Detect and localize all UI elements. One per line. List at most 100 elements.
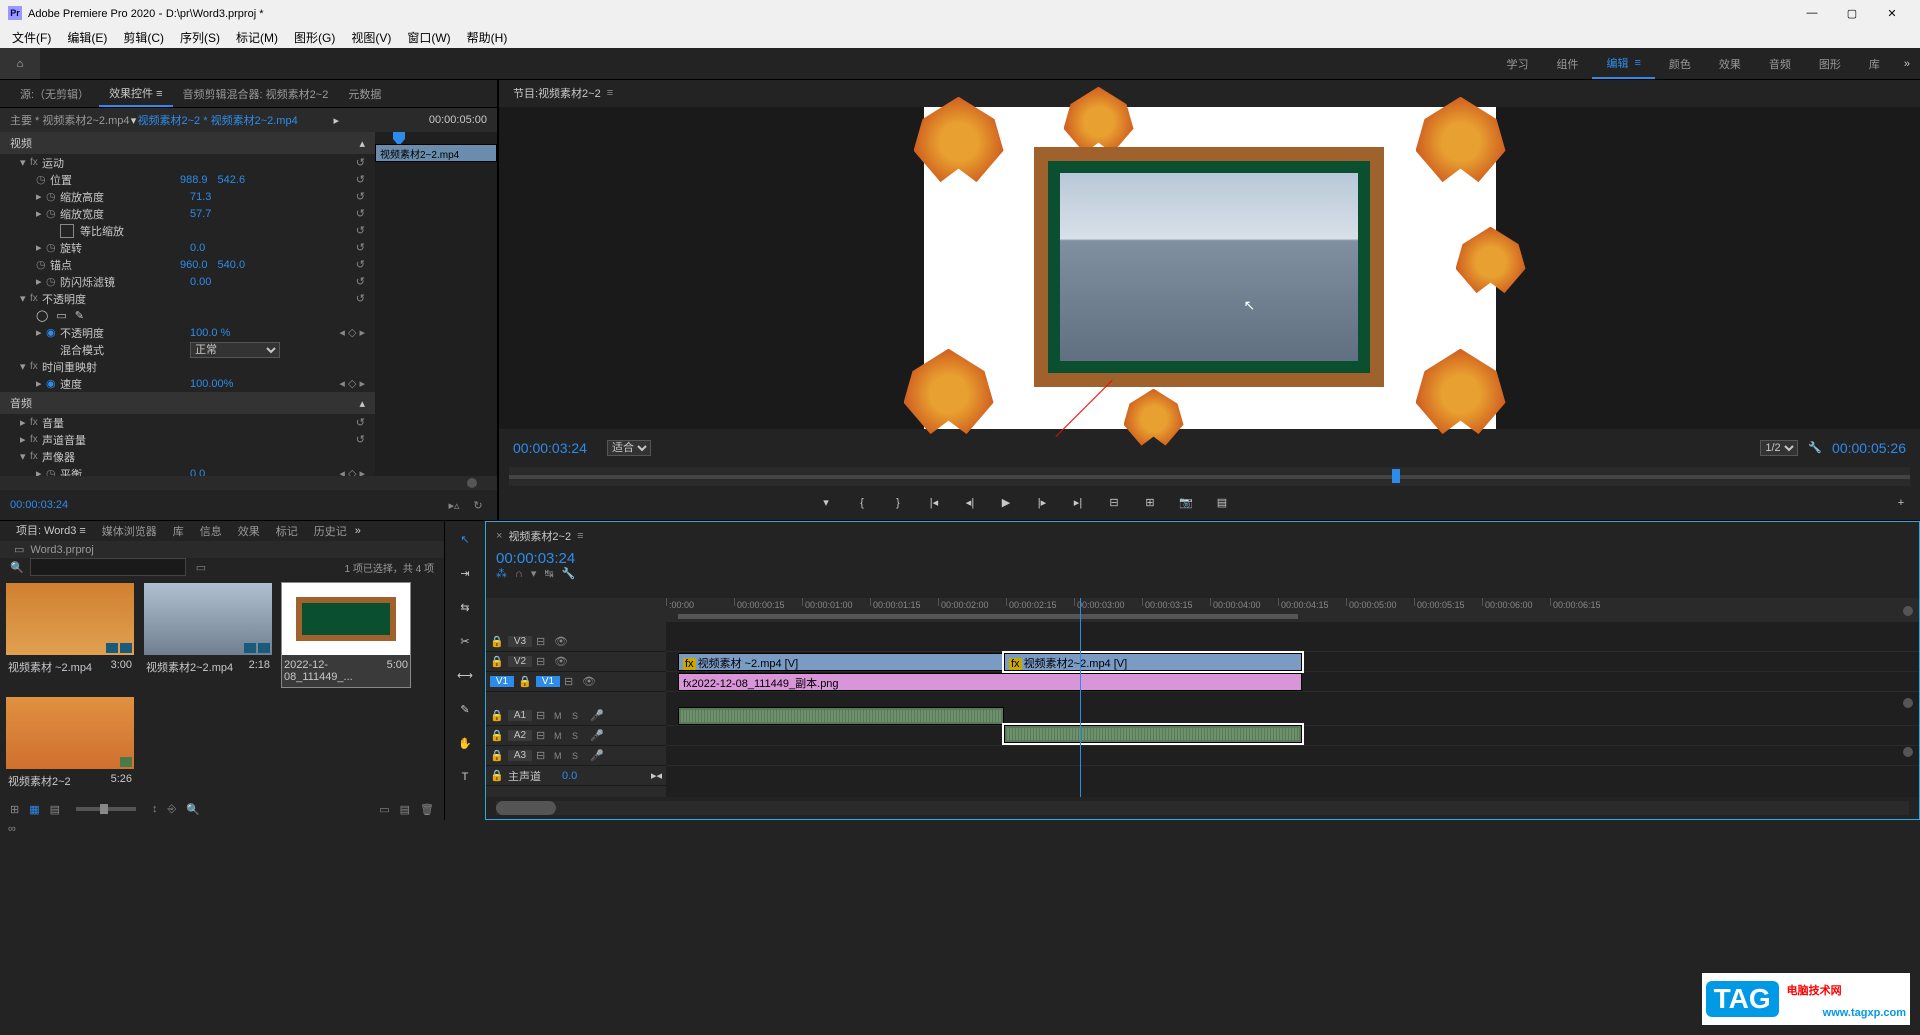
menu-clip[interactable]: 剪辑(C) (115, 27, 172, 48)
stopwatch-icon[interactable]: ◷ (46, 275, 60, 288)
timeline-sequence-name[interactable]: 视频素材2~2 (508, 528, 571, 544)
reset-icon[interactable]: ↺ (356, 416, 365, 429)
stopwatch-icon[interactable]: ◷ (46, 207, 60, 220)
reset-icon[interactable]: ↺ (356, 275, 365, 288)
stopwatch-icon[interactable]: ◷ (46, 190, 60, 203)
lift-button[interactable]: ⊟ (1105, 494, 1123, 512)
track-v1[interactable]: fx2022-12-08_111449_副本.png (666, 672, 1919, 692)
position-x[interactable]: 988.9 (180, 174, 218, 186)
workspace-learn[interactable]: 学习 (1492, 48, 1542, 79)
menu-edit[interactable]: 编辑(E) (59, 27, 115, 48)
anchor-x[interactable]: 960.0 (180, 259, 218, 271)
mark-out-button[interactable]: } (889, 494, 907, 512)
sync-lock-icon[interactable]: ⊟ (536, 709, 550, 722)
new-item-icon[interactable]: ▤ (400, 803, 410, 816)
reset-icon[interactable]: ↺ (356, 258, 365, 271)
sync-lock-icon[interactable]: ⊟ (564, 675, 578, 688)
eye-icon[interactable]: 👁 (554, 635, 568, 648)
trash-icon[interactable]: 🗑 (420, 803, 434, 816)
lock-icon[interactable]: 🔒 (490, 729, 504, 742)
mute-button[interactable]: M (554, 711, 568, 721)
bin-item[interactable]: 视频素材2~25:26 (6, 697, 134, 793)
voice-icon[interactable]: 🎤 (590, 749, 604, 762)
track-v2[interactable]: fx视频素材 ~2.mp4 [V] fx视频素材2~2.mp4 [V] (666, 652, 1919, 672)
timeline-horizontal-scroll[interactable] (496, 801, 1909, 815)
timeline-close-icon[interactable]: × (496, 530, 502, 542)
add-marker-button[interactable]: ▾ (817, 494, 835, 512)
play-only-icon[interactable]: ▸▵ (445, 496, 463, 514)
reset-icon[interactable]: ↺ (356, 156, 365, 169)
timeline-current-tc[interactable]: 00:00:03:24 (496, 550, 575, 567)
clip-video[interactable]: fx视频素材 ~2.mp4 [V] (678, 653, 1004, 671)
razor-tool[interactable]: ✂ (453, 629, 477, 653)
ec-mini-timeline[interactable]: 视频素材2~2.mp4 (375, 132, 497, 476)
menu-help[interactable]: 帮助(H) (459, 27, 516, 48)
project-search-input[interactable] (30, 558, 186, 576)
lock-icon[interactable]: 🔒 (490, 749, 504, 762)
type-tool[interactable]: T (453, 765, 477, 789)
list-view-icon[interactable]: ⊞ (10, 803, 19, 816)
tab-project[interactable]: 项目: Word3 ≡ (8, 521, 94, 541)
clip-audio[interactable] (678, 707, 1004, 725)
extract-button[interactable]: ⊞ (1141, 494, 1159, 512)
track-a1[interactable] (666, 706, 1919, 726)
export-frame-button[interactable]: 📷 (1177, 494, 1195, 512)
scroll-thumb[interactable] (496, 801, 556, 815)
tab-metadata[interactable]: 元数据 (338, 82, 391, 106)
scale-width-value[interactable]: 57.7 (190, 208, 221, 220)
workspace-color[interactable]: 颜色 (1655, 48, 1705, 79)
go-to-out-button[interactable]: ▸| (1069, 494, 1087, 512)
link-icon[interactable]: ∞ (8, 823, 16, 835)
flicker-value[interactable]: 0.00 (190, 276, 221, 288)
track-a3[interactable] (666, 746, 1919, 766)
scale-height-value[interactable]: 71.3 (190, 191, 221, 203)
stopwatch-icon[interactable]: ◷ (36, 258, 50, 271)
mute-button[interactable]: M (554, 751, 568, 761)
overflow-icon[interactable]: » (355, 525, 361, 537)
menu-graphics[interactable]: 图形(G) (286, 27, 343, 48)
workspace-libraries[interactable]: 库 (1855, 48, 1894, 79)
ripple-edit-tool[interactable]: ⇆ (453, 595, 477, 619)
rect-mask-icon[interactable]: ▭ (56, 309, 66, 322)
effect-volume[interactable]: ▸fx音量↺ (0, 414, 375, 431)
ec-master-crumb[interactable]: 主要 * 视频素材2~2.mp4 (10, 112, 130, 128)
timeline-playhead[interactable] (1080, 598, 1081, 797)
selection-tool[interactable]: ↖ (453, 527, 477, 551)
pen-mask-icon[interactable]: ✎ (75, 309, 84, 322)
track-header-a1[interactable]: 🔒A1⊟MS🎤 (486, 706, 666, 726)
workspace-overflow[interactable]: » (1894, 58, 1920, 70)
lock-icon[interactable]: 🔒 (490, 655, 504, 668)
keyframe-nav[interactable]: ◂ ◇ ▸ (339, 326, 365, 339)
auto-sequence-icon[interactable]: ⎆ (168, 803, 177, 816)
rotation-value[interactable]: 0.0 (190, 242, 215, 254)
bin-item[interactable]: 视频素材 ~2.mp43:00 (6, 583, 134, 687)
timeline-ruler[interactable]: :00:0000:00:00:1500:00:01:0000:00:01:150… (666, 598, 1919, 622)
mark-in-button[interactable]: { (853, 494, 871, 512)
track-header-v1[interactable]: V1🔒V1⊟👁 (486, 672, 666, 692)
new-bin-icon[interactable]: ▭ (379, 803, 389, 816)
voice-icon[interactable]: 🎤 (590, 729, 604, 742)
step-forward-button[interactable]: |▸ (1033, 494, 1051, 512)
stopwatch-icon[interactable]: ◉ (46, 377, 60, 390)
snap-toggle[interactable]: ⁂ (496, 567, 507, 580)
slip-tool[interactable]: ⟷ (453, 663, 477, 687)
thumbnail-size-slider[interactable] (76, 807, 136, 811)
stopwatch-icon[interactable]: ◷ (46, 241, 60, 254)
lock-icon[interactable]: 🔒 (490, 769, 504, 782)
solo-button[interactable]: S (572, 731, 586, 741)
icon-view-icon[interactable]: ▦ (29, 803, 39, 816)
tab-info[interactable]: 信息 (192, 521, 230, 541)
stopwatch-icon[interactable]: ◉ (46, 326, 60, 339)
workspace-graphics[interactable]: 图形 (1805, 48, 1855, 79)
hamburger-icon[interactable]: ≡ (577, 530, 583, 542)
sync-lock-icon[interactable]: ⊟ (536, 635, 550, 648)
lock-icon[interactable]: 🔒 (490, 709, 504, 722)
meter-icon[interactable]: ▸◂ (651, 769, 662, 782)
solo-button[interactable]: S (572, 751, 586, 761)
program-viewer[interactable]: ↖ (499, 107, 1920, 429)
reset-icon[interactable]: ↺ (356, 224, 365, 237)
menu-window[interactable]: 窗口(W) (399, 27, 458, 48)
bin-item[interactable]: 2022-12-08_111449_...5:00 (282, 583, 410, 687)
effect-motion[interactable]: ▾fx运动↺ (0, 154, 375, 171)
program-resolution-select[interactable]: 1/2 (1760, 440, 1798, 456)
